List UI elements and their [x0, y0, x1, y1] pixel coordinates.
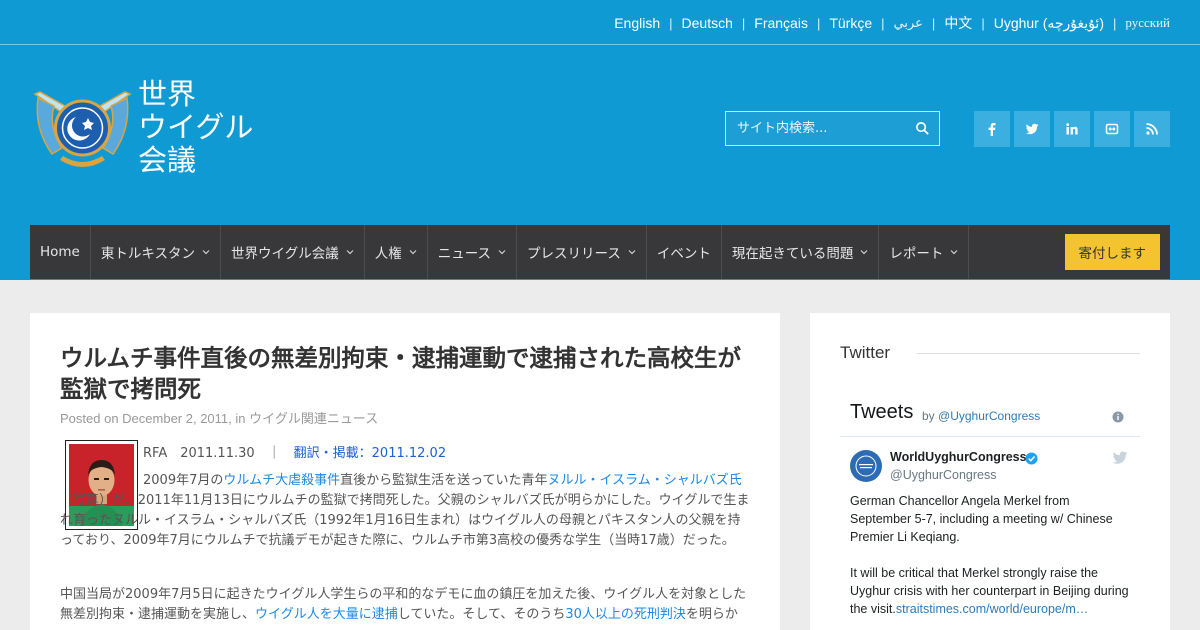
chevron-down-icon: [950, 250, 958, 255]
site-logo[interactable]: 世界 ウイグル 会議: [30, 78, 260, 188]
donate-button[interactable]: 寄付します: [1064, 234, 1160, 270]
logo-line-1: 世界: [138, 77, 197, 111]
lang-deutsch[interactable]: Deutsch: [682, 15, 733, 31]
flickr-icon: [1105, 123, 1119, 135]
timeline-by: by @UyghurCongress: [922, 409, 1040, 423]
by-prefix: by: [922, 409, 939, 423]
post-date: Posted on December 2, 2011, in: [60, 411, 250, 426]
twitter-bird-icon[interactable]: [1112, 451, 1128, 465]
nav-item-label: レポート: [889, 246, 944, 262]
main-navigation: Home 東トルキスタン 世界ウイグル会議 人権 ニュース プレスリリース イベ…: [30, 225, 1170, 279]
wuc-avatar-icon: [851, 451, 881, 481]
nav-item-current-issues[interactable]: 現在起きている問題: [722, 225, 880, 279]
widget-title: Twitter: [840, 343, 891, 362]
nav-item-home[interactable]: Home: [30, 225, 91, 279]
article-byline: RFA 2011.11.30 ｜ 翻訳・掲載：2011.12.02: [143, 442, 446, 461]
article-title: ウルムチ事件直後の無差別拘束・逮捕運動で逮捕された高校生が監獄で拷問死: [60, 344, 742, 403]
nav-item-label: プレスリリース: [527, 246, 621, 262]
lang-uyghur[interactable]: Uyghur (ئۇيغۇرچە): [994, 15, 1104, 32]
nav-item-news[interactable]: ニュース: [428, 225, 518, 279]
flickr-button[interactable]: [1094, 111, 1130, 147]
nav-item-label: 世界ウイグル会議: [230, 246, 339, 262]
nav-item-press-releases[interactable]: プレスリリース: [517, 225, 647, 279]
chevron-down-icon: [409, 250, 417, 255]
nav-item-label: 東トルキスタン: [100, 246, 195, 262]
chevron-down-icon: [628, 250, 636, 255]
paragraph-text: 直後から監獄生活を送っていた青年: [340, 473, 548, 488]
timeline-title: Tweets: [850, 401, 914, 423]
nav-item-human-rights[interactable]: 人権: [365, 225, 428, 279]
byline-source: RFA 2011.11.30 ｜: [143, 446, 294, 461]
paragraph-text: （写真）が、2011年11月13日にウルムチの監獄で拷問死した。父親のシャルバズ…: [60, 493, 750, 548]
tweet-author-name[interactable]: WorldUyghurCongress: [890, 450, 1027, 464]
tweet-text: German Chancellor Angela Merkel from Sep…: [850, 492, 1132, 618]
article-card: ウルムチ事件直後の無差別拘束・逮捕運動で逮捕された高校生が監獄で拷問死 Post…: [30, 313, 780, 630]
widget-divider: [917, 353, 1140, 354]
article-meta: Posted on December 2, 2011, in ウイグル関連ニュー…: [60, 408, 378, 427]
timeline-handle-link[interactable]: @UyghurCongress: [938, 409, 1040, 423]
avatar[interactable]: [850, 450, 882, 482]
sidebar: Twitter Tweets by @UyghurCongress WorldU…: [810, 313, 1170, 630]
linkedin-button[interactable]: [1054, 111, 1090, 147]
search-icon[interactable]: [915, 121, 930, 136]
chevron-down-icon: [202, 250, 210, 255]
lang-francais[interactable]: Français: [754, 15, 808, 31]
paragraph-text: を明らか: [685, 607, 738, 622]
paragraph-text: 2009年7月の: [143, 473, 224, 488]
lang-english[interactable]: English: [614, 15, 660, 31]
nav-item-wuc[interactable]: 世界ウイグル会議: [221, 225, 365, 279]
logo-text: 世界 ウイグル 会議: [138, 78, 253, 177]
nav-item-label: イベント: [656, 246, 711, 262]
nav-item-label: 人権: [374, 246, 402, 262]
article-paragraph-1: 2009年7月のウルムチ大虐殺事件直後から監獄生活を送っていた青年ヌルル・イスラ…: [60, 471, 750, 551]
nav-item-label: Home: [40, 244, 80, 260]
chevron-down-icon: [498, 250, 506, 255]
tweet-paragraph-2: It will be critical that Merkel strongly…: [850, 564, 1132, 618]
language-list: English | Deutsch | Français | Türkçe | عربي…: [614, 13, 1170, 33]
mass-arrest-link[interactable]: ウイグル人を大量に逮捕: [255, 607, 398, 622]
nav-item-events[interactable]: イベント: [647, 225, 722, 279]
info-icon[interactable]: [1112, 411, 1124, 423]
tweet-author-handle[interactable]: @UyghurCongress: [890, 468, 996, 482]
rss-icon: [1146, 123, 1158, 135]
tweet-paragraph-1: German Chancellor Angela Merkel from Sep…: [850, 494, 1113, 544]
verified-badge-icon: [1025, 452, 1038, 465]
twitter-icon: [1025, 123, 1039, 135]
paragraph-text: していた。そして、そのうち: [397, 607, 566, 622]
chevron-down-icon: [346, 250, 354, 255]
search-input[interactable]: [726, 112, 906, 145]
facebook-button[interactable]: [974, 111, 1010, 147]
emblem-icon: [33, 91, 132, 167]
byline-translation: 翻訳・掲載：2011.12.02: [293, 446, 447, 461]
rss-button[interactable]: [1134, 111, 1170, 147]
language-bar: English | Deutsch | Français | Türkçe | عربي…: [0, 0, 1200, 45]
lang-chinese[interactable]: 中文: [944, 13, 972, 33]
lang-arabic[interactable]: عربي: [894, 15, 923, 31]
person-link[interactable]: ヌルル・イスラム・シャルバズ氏: [547, 473, 741, 488]
site-header: English | Deutsch | Français | Türkçe | عربي…: [0, 0, 1200, 280]
social-links: [974, 111, 1174, 147]
nav-item-reports[interactable]: レポート: [879, 225, 970, 279]
nav-item-east-turkestan[interactable]: 東トルキスタン: [91, 225, 221, 279]
linkedin-icon: [1066, 123, 1078, 135]
lang-turkce[interactable]: Türkçe: [829, 15, 872, 31]
death-sentence-link[interactable]: 30人以上の死刑判決: [565, 607, 686, 622]
category-link[interactable]: ウイグル関連ニュース: [249, 411, 378, 426]
tweet-link[interactable]: straitstimes.com/world/europe/m…: [896, 602, 1088, 616]
facebook-icon: [988, 122, 996, 136]
logo-line-2: ウイグル: [138, 110, 254, 144]
lang-russian[interactable]: русский: [1125, 15, 1170, 31]
twitter-timeline: Tweets by @UyghurCongress WorldUyghurCon…: [840, 395, 1140, 630]
site-search: [725, 111, 940, 146]
chevron-down-icon: [860, 250, 868, 255]
timeline-header: Tweets by @UyghurCongress: [840, 395, 1140, 437]
logo-line-3: 会議: [138, 143, 197, 177]
urumqi-massacre-link[interactable]: ウルムチ大虐殺事件: [223, 473, 340, 488]
article-paragraph-2: 中国当局が2009年7月5日に起きたウイグル人学生らの平和的なデモに血の鎮圧を加…: [60, 585, 750, 625]
twitter-button[interactable]: [1014, 111, 1050, 147]
nav-item-label: 現在起きている問題: [731, 246, 854, 262]
nav-item-label: ニュース: [437, 246, 492, 262]
